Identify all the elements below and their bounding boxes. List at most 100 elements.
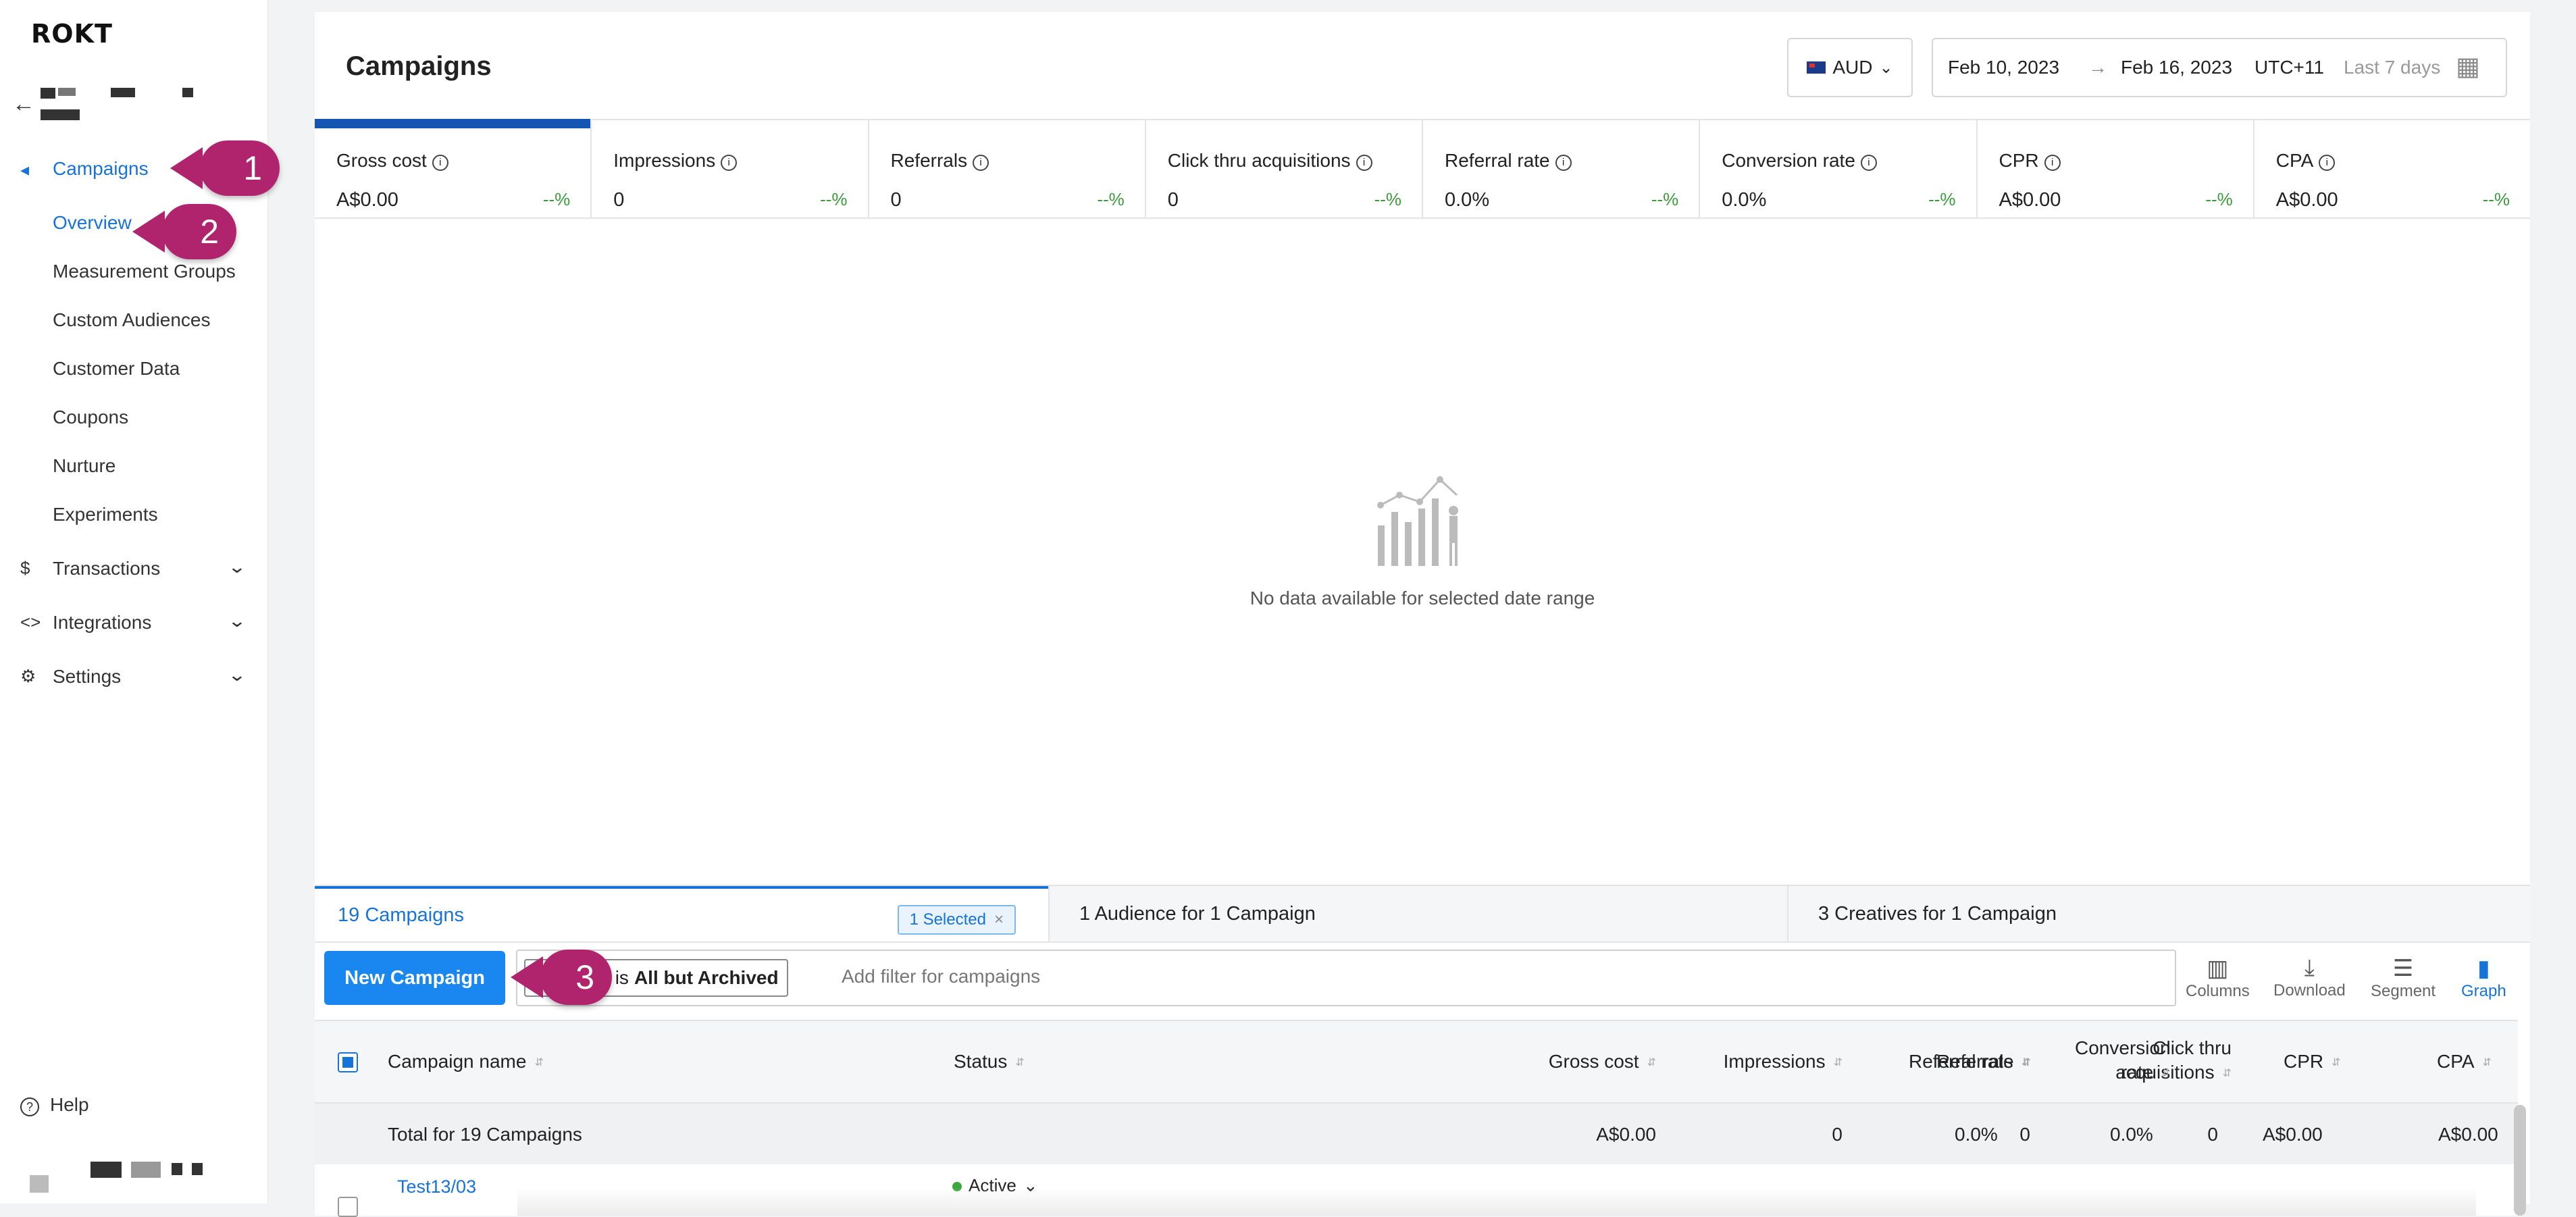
filter-bar[interactable]: atus is All but Archived Add filter for … <box>516 950 2176 1006</box>
help-link[interactable]: ? Help <box>20 1094 89 1116</box>
info-icon[interactable]: i <box>1555 155 1572 171</box>
metric-value: 0 <box>890 189 902 211</box>
col-gross-cost[interactable]: Gross cost ⇵ <box>1549 1051 1656 1072</box>
row-checkbox[interactable] <box>338 1197 358 1217</box>
sidebar-item-custom-audiences[interactable]: Custom Audiences <box>53 309 210 331</box>
metric-label: Referral rate <box>1445 150 1550 171</box>
metric-referral-rate[interactable]: Referral rate i 0.0% --% <box>1423 120 1701 217</box>
total-referrals: 0 <box>2019 1124 2030 1145</box>
date-to[interactable]: Feb 16, 2023 <box>2121 57 2232 78</box>
metric-label: Click thru acquisitions <box>1167 150 1351 171</box>
info-icon[interactable]: i <box>2044 155 2061 171</box>
redacted-user-name <box>91 1162 122 1178</box>
col-cpa[interactable]: CPA ⇵ <box>2437 1051 2492 1072</box>
tab-campaigns[interactable]: 19 Campaigns 1 Selected × <box>315 886 1048 941</box>
date-range-picker[interactable]: Feb 10, 2023 → Feb 16, 2023 UTC+11 Last … <box>1932 38 2507 97</box>
sort-icon: ⇵ <box>534 1056 544 1068</box>
sidebar-item-nurture[interactable]: Nurture <box>53 455 115 477</box>
total-label: Total for 19 Campaigns <box>388 1124 582 1145</box>
sidebar-item-campaigns[interactable]: Campaigns <box>53 158 149 180</box>
metric-delta: --% <box>1651 189 1679 209</box>
sidebar-item-coupons[interactable]: Coupons <box>53 407 128 428</box>
sidebar-item-settings[interactable]: Settings <box>53 666 121 688</box>
total-referral-rate: 0.0% <box>1955 1124 1998 1145</box>
select-all-checkbox[interactable] <box>338 1052 358 1072</box>
metric-click-thru-acquisitions[interactable]: Click thru acquisitions i 0 --% <box>1146 120 1423 217</box>
date-from[interactable]: Feb 10, 2023 <box>1948 57 2059 78</box>
chevron-down-icon[interactable]: ⌄ <box>228 556 247 577</box>
close-icon[interactable]: × <box>994 910 1004 929</box>
download-button[interactable]: ⤓ Download <box>2273 955 2346 1000</box>
filter-input[interactable]: Add filter for campaigns <box>842 966 1040 987</box>
chevron-down-icon: ⌄ <box>1879 58 1893 77</box>
col-status[interactable]: Status ⇵ <box>954 1051 1025 1072</box>
tab-audiences[interactable]: 1 Audience for 1 Campaign <box>1048 886 1787 941</box>
redacted-user-name <box>30 1175 49 1193</box>
metric-cpa[interactable]: CPA i A$0.00 --% <box>2255 120 2530 217</box>
metric-gross-cost[interactable]: Gross cost i A$0.00 --% <box>315 119 592 217</box>
graph-button[interactable]: ▮ Graph <box>2461 955 2506 1001</box>
rokt-logo[interactable]: ROKT <box>31 19 113 49</box>
info-icon[interactable]: i <box>973 155 989 171</box>
dollar-icon: $ <box>20 558 30 578</box>
metric-delta: --% <box>820 189 848 209</box>
col-cpr[interactable]: CPR ⇵ <box>2284 1051 2341 1072</box>
metric-value: 0.0% <box>1445 189 1490 211</box>
callout-marker-3: 3 <box>511 950 612 1005</box>
metric-label: CPR <box>1999 150 2039 171</box>
sort-icon: ⇵ <box>2021 1056 2032 1068</box>
page-title: Campaigns <box>346 51 492 81</box>
campaign-name-link[interactable]: Test13/03 <box>397 1176 476 1197</box>
sidebar-item-transactions[interactable]: Transactions <box>53 558 160 579</box>
col-impressions[interactable]: Impressions ⇵ <box>1724 1051 1843 1072</box>
filter-lines-icon: ☰ <box>2392 956 2414 981</box>
metric-delta: --% <box>1928 189 1956 209</box>
help-label: Help <box>50 1094 89 1115</box>
redacted-account-name <box>41 88 55 99</box>
info-icon[interactable]: i <box>1860 155 1877 171</box>
metric-cpr[interactable]: CPR i A$0.00 --% <box>1978 120 2255 217</box>
columns-icon: ▥ <box>2207 956 2229 981</box>
total-gross-cost: A$0.00 <box>1596 1124 1656 1145</box>
back-arrow-icon[interactable]: ← <box>12 91 35 118</box>
tab-creatives[interactable]: 3 Creatives for 1 Campaign <box>1787 886 2530 941</box>
info-icon[interactable]: i <box>432 155 448 171</box>
sidebar-item-overview[interactable]: Overview <box>53 212 132 234</box>
metric-delta: --% <box>2482 189 2510 209</box>
metric-referrals[interactable]: Referrals i 0 --% <box>869 120 1146 217</box>
redacted-account-name <box>111 88 135 97</box>
chevron-down-icon[interactable]: ⌄ <box>228 665 247 685</box>
metric-label: Referrals <box>890 150 968 171</box>
col-conversion-rate[interactable]: Conversion rate ⇵ <box>2075 1036 2171 1085</box>
info-icon[interactable]: i <box>1356 155 1372 171</box>
currency-select[interactable]: AUD ⌄ <box>1787 38 1913 97</box>
col-referral-rate[interactable]: Referral rate ⇵ <box>1909 1051 2031 1072</box>
sidebar-item-customer-data[interactable]: Customer Data <box>53 358 180 380</box>
selected-badge[interactable]: 1 Selected × <box>897 905 1016 935</box>
sidebar-item-measurement-groups[interactable]: Measurement Groups <box>53 261 236 282</box>
empty-state-message: No data available for selected date rang… <box>1250 588 1595 608</box>
segment-button[interactable]: ☰ Segment <box>2371 955 2436 1001</box>
tab-campaigns-label: 19 Campaigns <box>338 904 464 926</box>
metric-conversion-rate[interactable]: Conversion rate i 0.0% --% <box>1700 120 1978 217</box>
total-conversion-rate: 0.0% <box>2110 1124 2153 1145</box>
metric-value: A$0.00 <box>2275 189 2338 211</box>
sidebar-item-experiments[interactable]: Experiments <box>53 504 158 525</box>
metric-delta: --% <box>1374 189 1401 209</box>
scrollbar[interactable] <box>2514 1105 2526 1216</box>
chevron-down-icon[interactable]: ⌄ <box>228 611 247 631</box>
total-cpr: A$0.00 <box>2263 1124 2323 1145</box>
columns-button[interactable]: ▥ Columns <box>2186 955 2250 1001</box>
col-campaign-name[interactable]: Campaign name ⇵ <box>388 1051 544 1072</box>
info-icon[interactable]: i <box>2319 155 2336 171</box>
metric-value: 0.0% <box>1722 189 1767 211</box>
tab-audiences-label: 1 Audience for 1 Campaign <box>1079 902 1316 925</box>
new-campaign-button[interactable]: New Campaign <box>324 951 505 1005</box>
redacted-account-name <box>182 88 193 97</box>
sidebar-item-integrations[interactable]: Integrations <box>53 612 151 633</box>
calendar-icon[interactable]: ▦ <box>2456 51 2480 82</box>
info-icon[interactable]: i <box>721 155 738 171</box>
metric-impressions[interactable]: Impressions i 0 --% <box>592 120 869 217</box>
metric-label: Gross cost <box>336 150 427 171</box>
metric-delta: --% <box>2205 189 2233 209</box>
